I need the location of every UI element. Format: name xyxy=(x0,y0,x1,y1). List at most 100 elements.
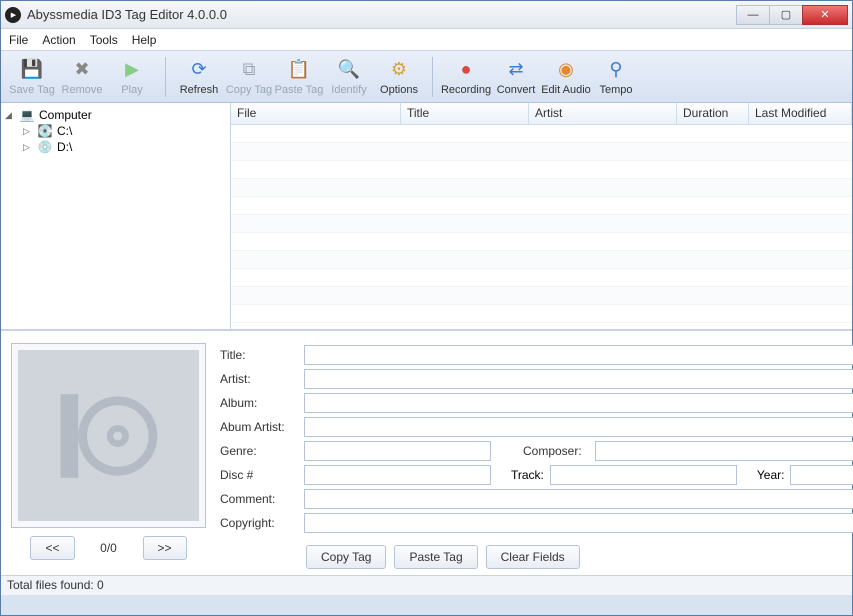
paste-tag-button[interactable]: 📋 Paste Tag xyxy=(274,56,324,98)
folder-tree[interactable]: ◢ 💻 Computer ▷ 💽 C:\ ▷ 💿 D:\ xyxy=(1,103,231,329)
recording-button[interactable]: ● Recording xyxy=(441,56,491,98)
mic-icon: ● xyxy=(454,58,478,82)
play-icon: ▶ xyxy=(120,58,144,82)
table-row xyxy=(231,197,852,215)
album-artist-field[interactable] xyxy=(304,417,853,437)
status-text: Total files found: 0 xyxy=(7,578,104,592)
table-row xyxy=(231,233,852,251)
album-artist-label: Abum Artist: xyxy=(220,420,298,434)
paste-tag-button-2[interactable]: Paste Tag xyxy=(394,545,477,569)
year-label: Year: xyxy=(757,468,785,482)
composer-label: Composer: xyxy=(523,444,589,458)
save-tag-button[interactable]: 💾 Save Tag xyxy=(7,56,57,98)
play-button[interactable]: ▶ Play xyxy=(107,56,157,98)
statusbar: Total files found: 0 xyxy=(1,575,852,595)
tempo-button[interactable]: ⚲ Tempo xyxy=(591,56,641,98)
artist-field[interactable] xyxy=(304,369,853,389)
copy-icon: ⧉ xyxy=(237,58,261,82)
file-list-body[interactable] xyxy=(231,125,852,329)
refresh-button[interactable]: ⟳ Refresh xyxy=(174,56,224,98)
genre-field[interactable] xyxy=(304,441,491,461)
copy-tag-button[interactable]: ⧉ Copy Tag xyxy=(224,56,274,98)
copyright-field[interactable] xyxy=(304,513,853,533)
menu-help[interactable]: Help xyxy=(132,33,157,47)
table-row xyxy=(231,269,852,287)
drive-icon: 💿 xyxy=(37,140,53,154)
title-label: Title: xyxy=(220,348,298,362)
sliders-icon: ⚲ xyxy=(604,58,628,82)
col-artist[interactable]: Artist xyxy=(529,103,677,124)
table-row xyxy=(231,251,852,269)
wave-icon: ◉ xyxy=(554,58,578,82)
col-modified[interactable]: Last Modified xyxy=(749,103,852,124)
prev-button[interactable]: << xyxy=(30,536,74,560)
composer-field[interactable] xyxy=(595,441,853,461)
app-icon xyxy=(5,7,21,23)
clear-fields-button[interactable]: Clear Fields xyxy=(486,545,580,569)
menu-tools[interactable]: Tools xyxy=(90,33,118,47)
expand-icon[interactable]: ▷ xyxy=(23,142,33,153)
clipboard-icon: 📋 xyxy=(287,58,311,82)
menubar: File Action Tools Help xyxy=(1,29,852,51)
table-row xyxy=(231,179,852,197)
disc-field[interactable] xyxy=(304,465,491,485)
maximize-button[interactable]: ▢ xyxy=(769,5,803,25)
menu-file[interactable]: File xyxy=(9,33,28,47)
gear-icon: ⚙ xyxy=(387,58,411,82)
menu-action[interactable]: Action xyxy=(42,33,75,47)
table-row xyxy=(231,143,852,161)
comment-label: Comment: xyxy=(220,492,298,506)
disc-label: Disc # xyxy=(220,468,298,482)
remove-button[interactable]: ✖ Remove xyxy=(57,56,107,98)
titlebar: Abyssmedia ID3 Tag Editor 4.0.0.0 — ▢ ✕ xyxy=(1,1,852,29)
col-title[interactable]: Title xyxy=(401,103,529,124)
album-field[interactable] xyxy=(304,393,853,413)
col-file[interactable]: File xyxy=(231,103,401,124)
close-button[interactable]: ✕ xyxy=(802,5,848,25)
drive-icon: 💽 xyxy=(37,124,53,138)
nav-count: 0/0 xyxy=(91,541,127,555)
track-label: Track: xyxy=(511,468,544,482)
copyright-label: Copyright: xyxy=(220,516,298,530)
expand-icon[interactable]: ▷ xyxy=(23,126,33,137)
window-title: Abyssmedia ID3 Tag Editor 4.0.0.0 xyxy=(27,7,737,22)
convert-icon: ⇄ xyxy=(504,58,528,82)
tree-drive[interactable]: ▷ 💿 D:\ xyxy=(5,139,226,155)
file-list[interactable]: File Title Artist Duration Last Modified xyxy=(231,103,852,329)
tree-drive[interactable]: ▷ 💽 C:\ xyxy=(5,123,226,139)
track-field[interactable] xyxy=(550,465,737,485)
toolbar: 💾 Save Tag ✖ Remove ▶ Play ⟳ Refresh ⧉ C… xyxy=(1,51,852,103)
next-button[interactable]: >> xyxy=(143,536,187,560)
genre-label: Genre: xyxy=(220,444,298,458)
minimize-button[interactable]: — xyxy=(736,5,770,25)
edit-audio-button[interactable]: ◉ Edit Audio xyxy=(541,56,591,98)
collapse-icon[interactable]: ◢ xyxy=(5,110,15,121)
table-row xyxy=(231,215,852,233)
convert-button[interactable]: ⇄ Convert xyxy=(491,56,541,98)
title-field[interactable] xyxy=(304,345,853,365)
table-row xyxy=(231,125,852,143)
search-icon: 🔍 xyxy=(337,58,361,82)
identify-button[interactable]: 🔍 Identify xyxy=(324,56,374,98)
toolbar-separator xyxy=(432,57,433,97)
refresh-icon: ⟳ xyxy=(187,58,211,82)
tag-editor: << 0/0 >> Title: Artist: Album: Abum Art… xyxy=(1,330,852,575)
column-header-row: File Title Artist Duration Last Modified xyxy=(231,103,852,125)
computer-icon: 💻 xyxy=(19,108,35,122)
copy-tag-button-2[interactable]: Copy Tag xyxy=(306,545,386,569)
year-field[interactable] xyxy=(790,465,853,485)
floppy-icon: 💾 xyxy=(20,58,44,82)
table-row xyxy=(231,305,852,323)
table-row xyxy=(231,287,852,305)
x-icon: ✖ xyxy=(70,58,94,82)
comment-field[interactable] xyxy=(304,489,853,509)
artist-label: Artist: xyxy=(220,372,298,386)
col-duration[interactable]: Duration xyxy=(677,103,749,124)
toolbar-separator xyxy=(165,57,166,97)
table-row xyxy=(231,161,852,179)
tree-root[interactable]: ◢ 💻 Computer xyxy=(5,107,226,123)
cd-placeholder-icon xyxy=(54,381,164,491)
options-button[interactable]: ⚙ Options xyxy=(374,56,424,98)
album-label: Album: xyxy=(220,396,298,410)
album-art-box[interactable] xyxy=(11,343,206,528)
